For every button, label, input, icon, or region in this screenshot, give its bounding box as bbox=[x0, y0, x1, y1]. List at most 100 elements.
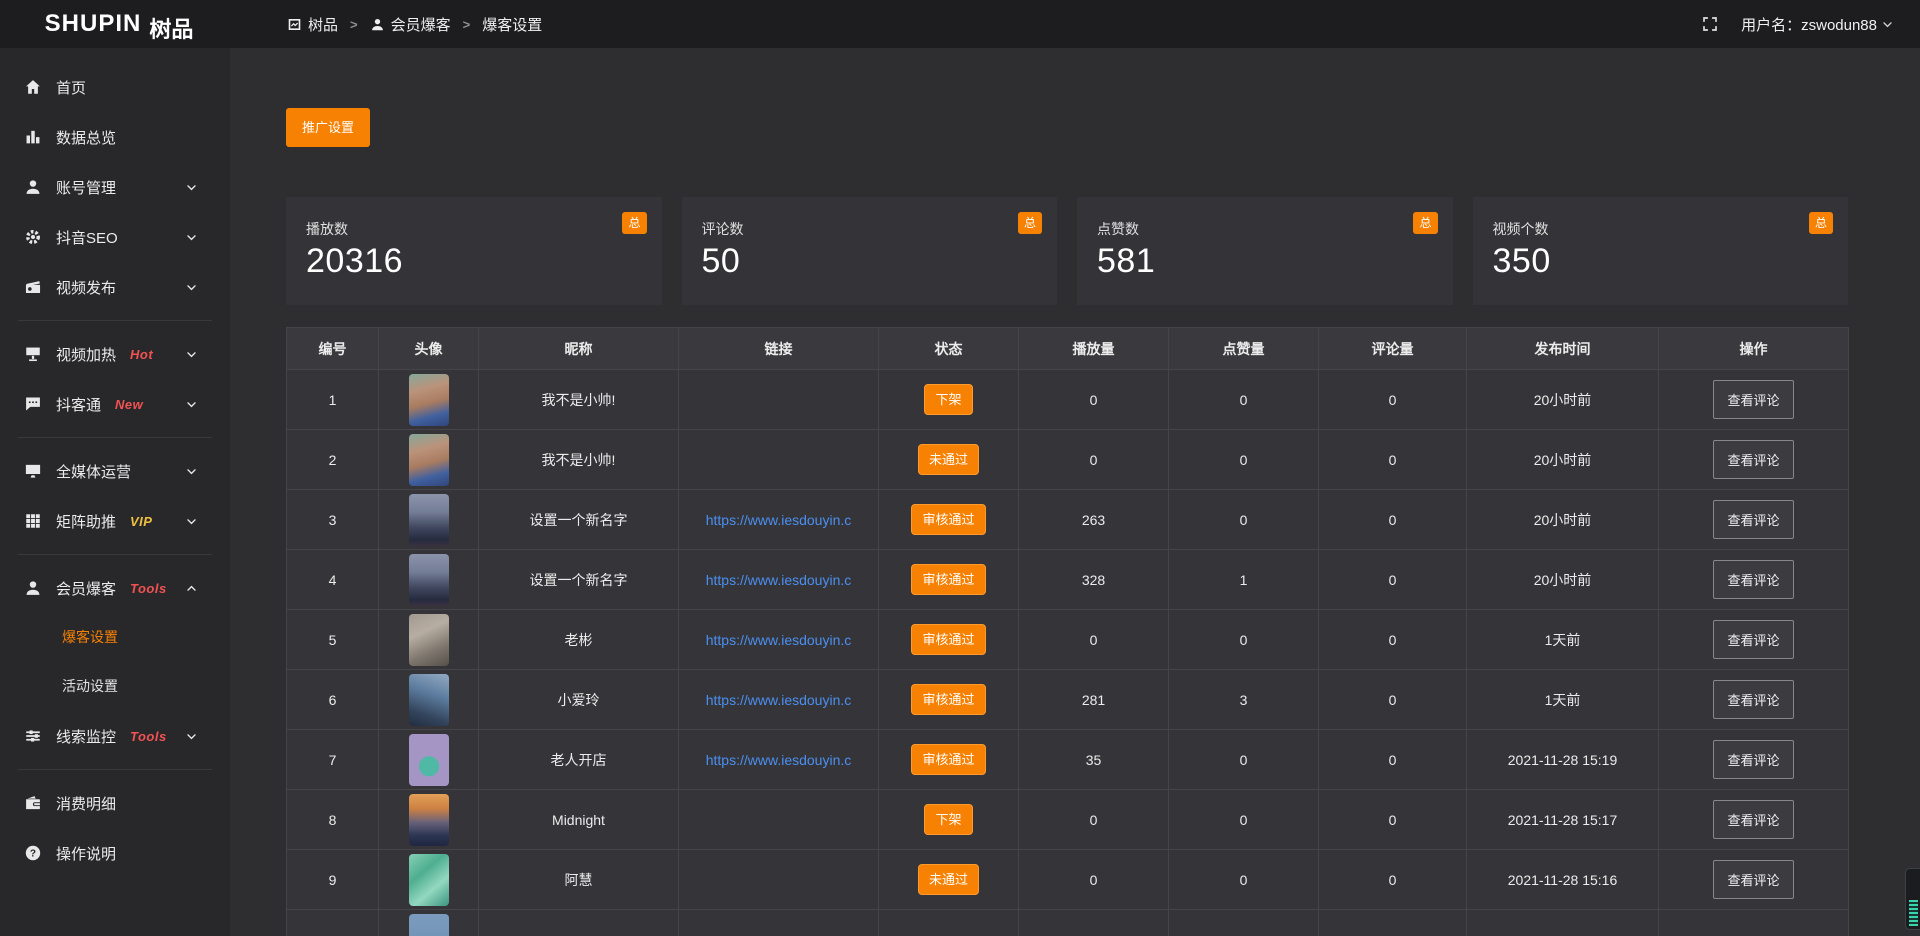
view-comments-button[interactable]: 查看评论 bbox=[1713, 500, 1793, 539]
cell-time: 2021-11-28 15:19 bbox=[1467, 730, 1659, 790]
breadcrumb-item-2[interactable]: 爆客设置 bbox=[482, 14, 542, 35]
video-link[interactable]: https://www.iesdouyin.c bbox=[706, 692, 852, 708]
sidebar-item-video-heat[interactable]: 视频加热Hot bbox=[0, 329, 230, 379]
sidebar-item-data-overview[interactable]: 数据总览 bbox=[0, 112, 230, 162]
user-icon bbox=[24, 579, 42, 597]
sidebar-divider bbox=[18, 769, 212, 770]
sidebar-item-home[interactable]: 首页 bbox=[0, 62, 230, 112]
promotion-settings-button[interactable]: 推广设置 bbox=[286, 108, 370, 147]
cell-plays: 0 bbox=[1019, 430, 1169, 490]
sidebar-item-label: 消费明细 bbox=[56, 793, 116, 814]
avatar bbox=[409, 854, 449, 906]
view-comments-button[interactable]: 查看评论 bbox=[1713, 680, 1793, 719]
topbar-right: 用户名：zswodun88 bbox=[1701, 14, 1894, 35]
stat-card-comments: 评论数50总 bbox=[682, 197, 1058, 305]
cell-nickname: 老彬 bbox=[479, 610, 679, 670]
view-comments-button[interactable]: 查看评论 bbox=[1713, 860, 1793, 899]
status-badge[interactable]: 审核通过 bbox=[911, 744, 985, 775]
cell-plays: 281 bbox=[1019, 670, 1169, 730]
cell-avatar bbox=[379, 370, 479, 430]
sidebar-item-operation-guide[interactable]: ?操作说明 bbox=[0, 828, 230, 878]
column-header: 链接 bbox=[679, 328, 879, 370]
cell-plays: 0 bbox=[1019, 610, 1169, 670]
cell-action: 查看评论 bbox=[1659, 850, 1849, 910]
sidebar-item-douyin-seo[interactable]: 抖音SEO bbox=[0, 212, 230, 262]
view-comments-button[interactable]: 查看评论 bbox=[1713, 560, 1793, 599]
status-badge[interactable]: 未通过 bbox=[918, 864, 979, 895]
table-row: 5老彬https://www.iesdouyin.c审核通过0001天前查看评论 bbox=[287, 610, 1849, 670]
table-row: 7老人开店https://www.iesdouyin.c审核通过35002021… bbox=[287, 730, 1849, 790]
sidebar-item-badge: VIP bbox=[130, 514, 152, 529]
sidebar-subitem-baoke-setting[interactable]: 爆客设置 bbox=[0, 613, 230, 662]
cell-plays: 0 bbox=[1019, 790, 1169, 850]
cell-avatar bbox=[379, 430, 479, 490]
stat-card-plays: 播放数20316总 bbox=[286, 197, 662, 305]
home-icon bbox=[24, 78, 42, 96]
sidebar-item-matrix-boost[interactable]: 矩阵助推VIP bbox=[0, 496, 230, 546]
sidebar-item-omni-media[interactable]: 全媒体运营 bbox=[0, 446, 230, 496]
logo-text-en: SHUPIN bbox=[45, 10, 142, 37]
fullscreen-icon[interactable] bbox=[1701, 15, 1719, 33]
cell-status: 审核通过 bbox=[879, 550, 1019, 610]
cell-plays: 0 bbox=[1019, 370, 1169, 430]
username-dropdown[interactable]: 用户名：zswodun88 bbox=[1741, 14, 1894, 35]
stat-cards: 播放数20316总评论数50总点赞数581总视频个数350总 bbox=[286, 197, 1848, 305]
status-badge[interactable]: 审核通过 bbox=[911, 624, 985, 655]
chevron-down-icon bbox=[185, 398, 198, 411]
sidebar-item-account-manage[interactable]: 账号管理 bbox=[0, 162, 230, 212]
sidebar-subitem-activity-setting[interactable]: 活动设置 bbox=[0, 662, 230, 711]
status-badge[interactable]: 下架 bbox=[924, 804, 972, 835]
view-comments-button[interactable]: 查看评论 bbox=[1713, 740, 1793, 779]
table-row: 4设置一个新名字https://www.iesdouyin.c审核通过32810… bbox=[287, 550, 1849, 610]
sidebar: 首页数据总览账号管理抖音SEO视频发布视频加热Hot抖客通New 全媒体运营矩阵助… bbox=[0, 48, 230, 936]
cell-link: https://www.iesdouyin.c bbox=[679, 670, 879, 730]
cell-comments: 0 bbox=[1319, 670, 1467, 730]
cell-action: 查看评论 bbox=[1659, 730, 1849, 790]
sidebar-item-consume-detail[interactable]: 消费明细 bbox=[0, 778, 230, 828]
sidebar-item-member-baoke[interactable]: 会员爆客Tools bbox=[0, 563, 230, 613]
column-header: 状态 bbox=[879, 328, 1019, 370]
cell-empty bbox=[479, 910, 679, 936]
sidebar-item-badge: Hot bbox=[130, 347, 153, 362]
stat-card-badge: 总 bbox=[622, 212, 646, 234]
cell-id: 5 bbox=[287, 610, 379, 670]
cell-plays: 328 bbox=[1019, 550, 1169, 610]
status-badge[interactable]: 审核通过 bbox=[911, 684, 985, 715]
floating-widget[interactable] bbox=[1905, 868, 1920, 930]
cell-action: 查看评论 bbox=[1659, 670, 1849, 730]
video-link[interactable]: https://www.iesdouyin.c bbox=[706, 632, 852, 648]
cell-action: 查看评论 bbox=[1659, 610, 1849, 670]
sidebar-item-badge: Tools bbox=[130, 729, 167, 744]
avatar bbox=[409, 614, 449, 666]
video-icon bbox=[24, 278, 42, 296]
status-badge[interactable]: 审核通过 bbox=[911, 564, 985, 595]
sidebar-item-clue-monitor[interactable]: 线索监控Tools bbox=[0, 711, 230, 761]
sidebar-item-douketong[interactable]: 抖客通New bbox=[0, 379, 230, 429]
view-comments-button[interactable]: 查看评论 bbox=[1713, 440, 1793, 479]
breadcrumb-item-0[interactable]: 树品 bbox=[287, 14, 338, 35]
gear-icon bbox=[24, 228, 42, 246]
view-comments-button[interactable]: 查看评论 bbox=[1713, 620, 1793, 659]
cell-time: 1天前 bbox=[1467, 670, 1659, 730]
video-link[interactable]: https://www.iesdouyin.c bbox=[706, 752, 852, 768]
video-link[interactable]: https://www.iesdouyin.c bbox=[706, 572, 852, 588]
breadcrumb-item-1[interactable]: 会员爆客 bbox=[370, 14, 451, 35]
cell-link: https://www.iesdouyin.c bbox=[679, 490, 879, 550]
column-header: 播放量 bbox=[1019, 328, 1169, 370]
status-badge[interactable]: 下架 bbox=[924, 384, 972, 415]
cell-likes: 3 bbox=[1169, 670, 1319, 730]
cell-likes: 1 bbox=[1169, 550, 1319, 610]
cell-link bbox=[679, 370, 879, 430]
sidebar-item-video-publish[interactable]: 视频发布 bbox=[0, 262, 230, 312]
cell-id: 6 bbox=[287, 670, 379, 730]
avatar bbox=[409, 734, 449, 786]
column-header: 发布时间 bbox=[1467, 328, 1659, 370]
chevron-up-icon bbox=[185, 582, 198, 595]
status-badge[interactable]: 未通过 bbox=[918, 444, 979, 475]
status-badge[interactable]: 审核通过 bbox=[911, 504, 985, 535]
view-comments-button[interactable]: 查看评论 bbox=[1713, 800, 1793, 839]
cell-avatar bbox=[379, 670, 479, 730]
breadcrumb: 树品>会员爆客>爆客设置 bbox=[287, 14, 542, 35]
video-link[interactable]: https://www.iesdouyin.c bbox=[706, 512, 852, 528]
view-comments-button[interactable]: 查看评论 bbox=[1713, 380, 1793, 419]
